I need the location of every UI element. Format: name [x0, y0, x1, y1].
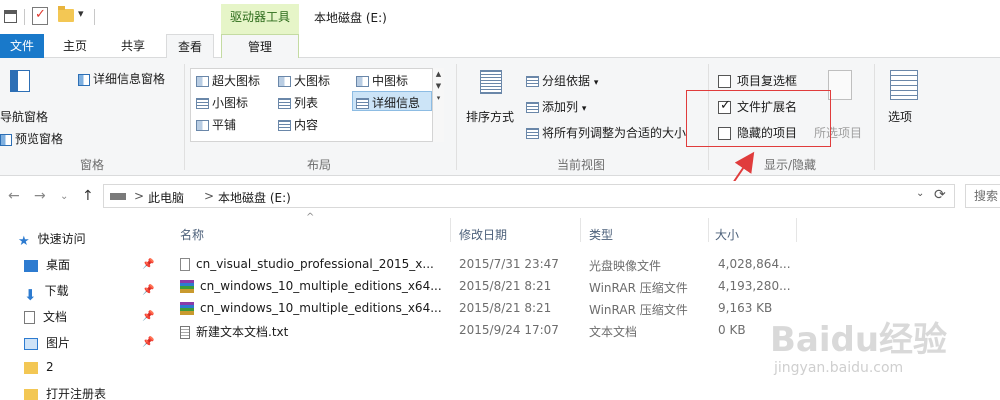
rar-file-icon [180, 302, 194, 315]
file-name-cell: cn_visual_studio_professional_2015_x... [180, 257, 450, 271]
pin-icon[interactable]: 📌 [142, 285, 154, 296]
folder-icon [24, 388, 38, 400]
nav-item-label: 文档 [43, 310, 68, 324]
desktop-icon [24, 259, 38, 272]
sort-ascending-icon: ^ [306, 212, 315, 223]
column-header-size[interactable]: 大小 [715, 226, 739, 243]
nav-item-folder-2[interactable]: 2 [24, 360, 54, 374]
download-icon: ⬇ [24, 285, 37, 304]
nav-item-label: 打开注册表 [46, 387, 107, 400]
watermark-brand: Baidu经验 [770, 320, 948, 360]
picture-icon [24, 337, 38, 350]
column-header-type[interactable]: 类型 [589, 226, 613, 243]
refresh-icon[interactable]: ⟳ [934, 187, 946, 203]
breadcrumb-drive-e[interactable]: 本地磁盘 (E:) [218, 189, 291, 206]
forward-arrow-icon[interactable]: → [34, 188, 46, 204]
file-name: cn_windows_10_multiple_editions_x64... [200, 279, 442, 293]
pin-icon[interactable]: 📌 [142, 311, 154, 322]
file-modified: 2015/8/21 8:21 [459, 301, 552, 315]
table-row[interactable]: 新建文本文档.txt 2015/9/24 17:07 文本文档 0 KB [176, 320, 796, 342]
document-icon [24, 311, 35, 324]
nav-item-desktop[interactable]: 桌面 [24, 256, 70, 273]
back-arrow-icon[interactable]: ← [8, 188, 20, 204]
nav-item-label: 图片 [46, 336, 71, 350]
file-type: 光盘映像文件 [589, 259, 662, 273]
file-size: 4,193,280... [718, 279, 791, 293]
file-name-cell: cn_windows_10_multiple_editions_x64... [180, 279, 450, 293]
file-modified: 2015/8/21 8:21 [459, 279, 552, 293]
file-size: 4,028,864... [718, 257, 791, 271]
nav-item-open-registry[interactable]: 打开注册表 [24, 385, 106, 400]
nav-item-pictures[interactable]: 图片 [24, 334, 70, 351]
column-divider[interactable] [450, 218, 451, 242]
iso-file-icon [180, 258, 190, 271]
nav-quick-access-label: 快速访问 [37, 232, 86, 246]
nav-item-label: 桌面 [46, 258, 71, 272]
txt-file-icon [180, 326, 190, 339]
star-icon: ★ [18, 233, 30, 249]
address-bar[interactable]: > 此电脑 > 本地磁盘 (E:) ⌄ ⟳ [103, 184, 955, 208]
nav-quick-access[interactable]: ★ 快速访问 [18, 230, 86, 249]
file-name-cell: cn_windows_10_multiple_editions_x64... [180, 301, 450, 315]
folder-icon [24, 361, 38, 374]
pin-icon[interactable]: 📌 [142, 337, 154, 348]
rar-file-icon [180, 280, 194, 293]
table-row[interactable]: cn_windows_10_multiple_editions_x64... 2… [176, 276, 796, 298]
nav-item-documents[interactable]: 文档 [24, 308, 67, 325]
column-header-name[interactable]: 名称 [180, 226, 204, 243]
file-type: WinRAR 压缩文件 [589, 303, 688, 317]
column-divider[interactable] [796, 218, 797, 242]
nav-item-label: 下载 [44, 284, 69, 298]
recent-locations-chevron-icon[interactable]: ⌄ [60, 191, 68, 202]
file-name-cell: 新建文本文档.txt [180, 323, 450, 340]
breadcrumb-separator: > [134, 189, 145, 203]
file-modified: 2015/9/24 17:07 [459, 323, 559, 337]
table-row[interactable]: cn_windows_10_multiple_editions_x64... 2… [176, 298, 796, 320]
file-modified: 2015/7/31 23:47 [459, 257, 559, 271]
file-type: 文本文档 [589, 325, 638, 339]
search-input[interactable]: 搜索 [965, 184, 1000, 208]
up-arrow-icon[interactable]: ↑ [82, 188, 94, 204]
file-name: cn_windows_10_multiple_editions_x64... [200, 301, 442, 315]
nav-item-label: 2 [46, 360, 54, 374]
breadcrumb-separator: > [204, 189, 215, 203]
baidu-watermark: Baidu经验 jingyan.baidu.com [740, 306, 1000, 400]
table-row[interactable]: cn_visual_studio_professional_2015_x... … [176, 254, 796, 276]
column-header-modified[interactable]: 修改日期 [459, 226, 507, 243]
nav-item-downloads[interactable]: ⬇ 下载 [24, 282, 69, 304]
file-type: WinRAR 压缩文件 [589, 281, 688, 295]
pin-icon[interactable]: 📌 [142, 259, 154, 270]
drive-icon [110, 193, 126, 200]
column-divider[interactable] [580, 218, 581, 242]
watermark-url: jingyan.baidu.com [774, 360, 904, 376]
file-name: cn_visual_studio_professional_2015_x... [196, 257, 434, 271]
file-name: 新建文本文档.txt [196, 325, 289, 339]
breadcrumb-this-pc[interactable]: 此电脑 [148, 189, 184, 206]
address-dropdown-chevron-icon[interactable]: ⌄ [916, 188, 924, 199]
column-divider[interactable] [708, 218, 709, 242]
